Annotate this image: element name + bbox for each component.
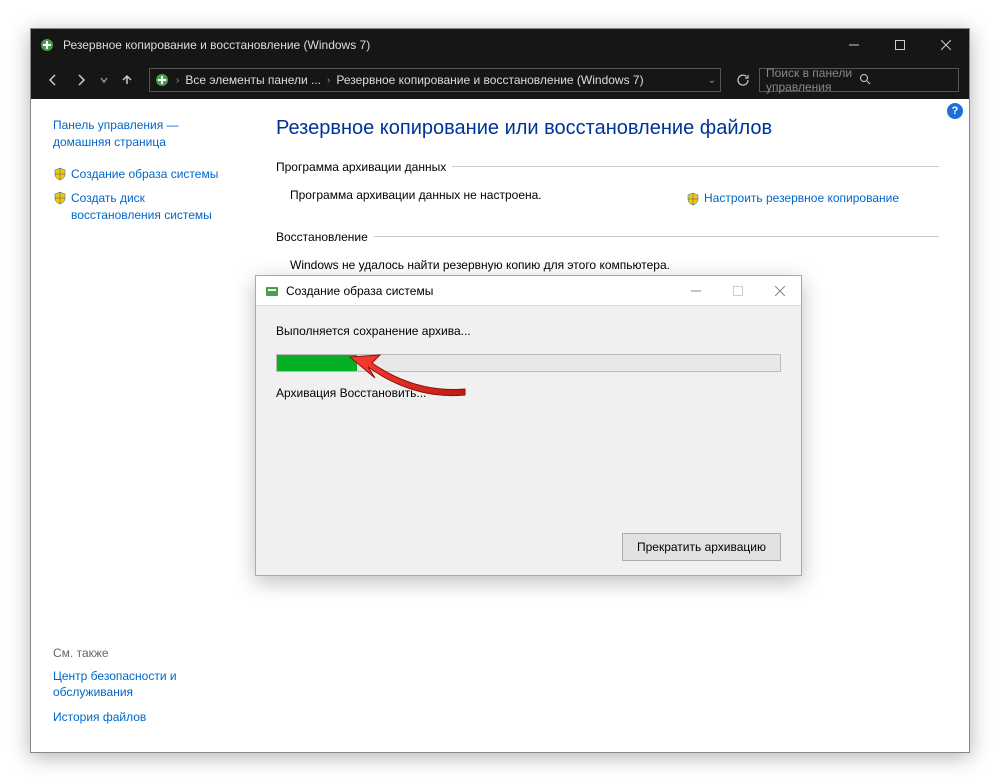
address-field[interactable]: › Все элементы панели ... › Резервное ко… — [149, 68, 721, 92]
dialog-heading: Выполняется сохранение архива... — [276, 324, 781, 338]
sidebar-security-link[interactable]: Центр безопасности и обслуживания — [53, 668, 236, 702]
search-placeholder: Поиск в панели управления — [766, 66, 859, 94]
window-title: Резервное копирование и восстановление (… — [63, 38, 831, 52]
sidebar-item-label: Создание образа системы — [71, 166, 218, 183]
help-icon[interactable]: ? — [947, 103, 963, 119]
dialog-minimize-button[interactable] — [675, 276, 717, 306]
progress-bar — [276, 354, 781, 372]
search-input[interactable]: Поиск в панели управления — [759, 68, 959, 92]
sidebar-item-label: Создать диск восстановления системы — [71, 190, 236, 224]
progress-status-text: Архивация Восстановить... — [276, 386, 781, 400]
chevron-right-icon: › — [176, 75, 179, 86]
addressbar: › Все элементы панели ... › Резервное ко… — [31, 61, 969, 99]
group-label: Восстановление — [276, 230, 374, 244]
group-label: Программа архивации данных — [276, 160, 452, 174]
backup-status-text: Программа архивации данных не настроена. — [290, 188, 542, 202]
progress-fill — [277, 355, 357, 371]
configure-backup-link[interactable]: Настроить резервное копирование — [686, 191, 899, 206]
page-title: Резервное копирование или восстановление… — [276, 117, 939, 140]
recent-dropdown[interactable] — [97, 68, 111, 92]
see-also-label: См. также — [53, 646, 236, 660]
up-button[interactable] — [115, 68, 139, 92]
sidebar-create-image[interactable]: Создание образа системы — [53, 166, 236, 183]
shield-icon — [53, 191, 67, 205]
dialog-icon — [264, 283, 280, 299]
dialog-controls — [675, 276, 801, 306]
refresh-button[interactable] — [731, 68, 755, 92]
sidebar-create-disk[interactable]: Создать диск восстановления системы — [53, 190, 236, 224]
config-link-label: Настроить резервное копирование — [704, 191, 899, 205]
dialog-close-button[interactable] — [759, 276, 801, 306]
minimize-button[interactable] — [831, 29, 877, 61]
sidebar: Панель управления — домашняя страница Со… — [31, 99, 246, 752]
sidebar-history-link[interactable]: История файлов — [53, 709, 236, 726]
chevron-down-icon[interactable]: ⌄ — [708, 75, 716, 86]
stop-backup-button[interactable]: Прекратить архивацию — [622, 533, 781, 561]
shield-icon — [53, 167, 67, 181]
shield-icon — [686, 192, 700, 206]
restore-status-text: Windows не удалось найти резервную копию… — [276, 258, 939, 272]
dialog-title: Создание образа системы — [286, 284, 675, 298]
dialog-titlebar: Создание образа системы — [256, 276, 801, 306]
dialog-maximize-button — [717, 276, 759, 306]
back-button[interactable] — [41, 68, 65, 92]
breadcrumb-part[interactable]: Резервное копирование и восстановление (… — [336, 73, 643, 87]
cp-icon — [154, 72, 170, 88]
titlebar: Резервное копирование и восстановление (… — [31, 29, 969, 61]
maximize-button[interactable] — [877, 29, 923, 61]
chevron-right-icon: › — [327, 75, 330, 86]
window-controls — [831, 29, 969, 61]
backup-group: Программа архивации данных — [276, 158, 939, 176]
breadcrumb-part[interactable]: Все элементы панели ... — [185, 73, 321, 87]
see-also-section: См. также Центр безопасности и обслужива… — [53, 646, 236, 734]
search-icon[interactable] — [859, 73, 952, 88]
forward-button[interactable] — [69, 68, 93, 92]
system-image-dialog: Создание образа системы Выполняется сохр… — [255, 275, 802, 576]
restore-group: Восстановление — [276, 228, 939, 246]
app-icon — [39, 37, 55, 53]
dialog-body: Выполняется сохранение архива... Архивац… — [256, 306, 801, 575]
sidebar-home-link[interactable]: Панель управления — домашняя страница — [53, 117, 236, 151]
close-button[interactable] — [923, 29, 969, 61]
